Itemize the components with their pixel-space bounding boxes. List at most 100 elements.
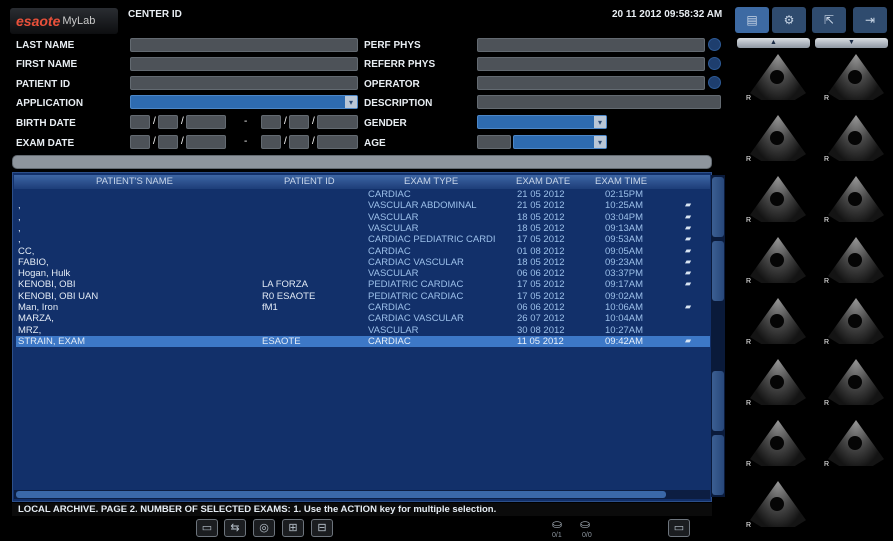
ultrasound-thumbnail[interactable]: R	[744, 479, 810, 531]
exam-date-year[interactable]	[186, 135, 226, 149]
birth-date-to-month[interactable]	[289, 115, 309, 129]
description-field[interactable]	[477, 95, 721, 109]
disk-a-icon[interactable]: ⛀	[552, 517, 562, 531]
date-separator: /	[181, 136, 184, 147]
scroll-page-down-button[interactable]	[712, 371, 724, 431]
table-row[interactable]: KENOBI, OBI UAN R0 ESAOTE PEDIATRIC CARDIA…	[16, 291, 710, 302]
operator-field[interactable]	[477, 76, 705, 90]
col-exam-date[interactable]: EXAM DATE	[516, 176, 570, 187]
ultrasound-cavity	[770, 70, 784, 84]
table-row[interactable]: , CARDIAC PEDIATRIC CARDI 17 05 2012 09:53A…	[16, 234, 710, 245]
scroll-up-button[interactable]	[712, 177, 724, 237]
list-vertical-scrollbar[interactable]	[711, 175, 725, 497]
scroll-down-button[interactable]	[712, 435, 724, 495]
table-row[interactable]: Hogan, Hulk VASCULAR 06 06 2012 03:37PM ▰	[16, 268, 710, 279]
table-row[interactable]: STRAIN, EXAM ESAOTE CARDIAC 11 05 2012 09:42…	[16, 335, 710, 348]
network-icon[interactable]: ⊞	[282, 519, 304, 537]
col-patient-id[interactable]: PATIENT ID	[284, 176, 335, 187]
last-name-field[interactable]	[130, 38, 358, 52]
date-separator: /	[284, 136, 287, 147]
birth-date-day[interactable]	[130, 115, 150, 129]
print-icon[interactable]: ▭	[668, 519, 690, 537]
export-tab-icon[interactable]: ⇱	[812, 7, 846, 33]
exam-images-icon: ▰	[685, 211, 692, 221]
exam-date-cell: 17 05 2012	[517, 279, 565, 291]
exam-date-month[interactable]	[158, 135, 178, 149]
ultrasound-thumbnail[interactable]: R	[744, 235, 810, 287]
table-row[interactable]: Man, Iron fM1 CARDIAC 06 06 2012 10:06AM ▰	[16, 302, 710, 313]
list-horizontal-scrollbar[interactable]	[14, 490, 710, 499]
archive-tab-icon[interactable]: ▤	[735, 7, 769, 33]
perf-phys-lookup-button[interactable]	[708, 38, 721, 51]
exam-date-cell: 17 05 2012	[517, 234, 565, 246]
birth-date-to-day[interactable]	[261, 115, 281, 129]
ultrasound-thumbnail[interactable]: R	[744, 296, 810, 348]
patient-name-cell: Hogan, Hulk	[18, 268, 71, 280]
birth-date-month[interactable]	[158, 115, 178, 129]
birth-date-to-year[interactable]	[317, 115, 358, 129]
exam-date-to-month[interactable]	[289, 135, 309, 149]
hscroll-thumb[interactable]	[16, 491, 666, 498]
settings-tab-icon[interactable]: ⚙	[772, 7, 806, 33]
table-row[interactable]: CARDIAC 21 05 2012 02:15PM	[16, 189, 710, 200]
col-exam-type[interactable]: EXAM TYPE	[404, 176, 458, 187]
list-view-icon[interactable]: ▭	[196, 519, 218, 537]
table-row[interactable]: MARZA, CARDIAC VASCULAR 26 07 2012 10:04AM	[16, 313, 710, 324]
patient-name-cell: ,	[18, 200, 21, 212]
table-row[interactable]: MRZ, VASCULAR 30 08 2012 10:27AM	[16, 325, 710, 336]
ultrasound-thumbnail[interactable]: R	[822, 174, 888, 226]
disc-icon[interactable]: ◎	[253, 519, 275, 537]
table-row[interactable]: KENOBI, OBI LA FORZA PEDIATRIC CARDIAC 17 0…	[16, 279, 710, 290]
ultrasound-thumbnail[interactable]: R	[822, 52, 888, 104]
description-label: DESCRIPTION	[364, 98, 433, 109]
network-share-icon[interactable]: ⊟	[311, 519, 333, 537]
dropdown-arrow-icon: ▾	[345, 96, 357, 108]
patient-id-field[interactable]	[130, 76, 358, 90]
application-select[interactable]: ▾	[130, 95, 358, 109]
referr-phys-lookup-button[interactable]	[708, 57, 721, 70]
exit-tab-icon[interactable]: ⇥	[853, 7, 887, 33]
exam-date-to-day[interactable]	[261, 135, 281, 149]
operator-lookup-button[interactable]	[708, 76, 721, 89]
gender-select[interactable]: ▾	[477, 115, 607, 129]
ultrasound-thumbnail[interactable]: R	[744, 174, 810, 226]
thumbnail-tag: R	[746, 156, 752, 163]
ultrasound-thumbnail[interactable]: R	[744, 357, 810, 409]
gender-label: GENDER	[364, 118, 407, 129]
ultrasound-thumbnail[interactable]: R	[744, 418, 810, 470]
table-row[interactable]: , VASCULAR ABDOMINAL 21 05 2012 10:25AM ▰	[16, 200, 710, 211]
table-row[interactable]: , VASCULAR 18 05 2012 03:04PM ▰	[16, 212, 710, 223]
referr-phys-field[interactable]	[477, 57, 705, 71]
exam-date-to-year[interactable]	[317, 135, 358, 149]
scroll-page-up-button[interactable]	[712, 241, 724, 301]
exam-date-day[interactable]	[130, 135, 150, 149]
usb-icon[interactable]: ⇆	[224, 519, 246, 537]
ultrasound-thumbnail[interactable]: R	[822, 418, 888, 470]
patient-id-label: PATIENT ID	[16, 79, 71, 90]
ultrasound-thumbnail[interactable]: R	[822, 357, 888, 409]
ultrasound-thumbnail[interactable]: R	[822, 113, 888, 165]
brand-sub: MyLab	[62, 15, 96, 27]
ultrasound-thumbnail[interactable]: R	[744, 52, 810, 104]
search-bar[interactable]	[12, 155, 712, 169]
col-patient-name[interactable]: PATIENT'S NAME	[96, 176, 173, 187]
thumbs-next-button[interactable]: ▼	[815, 38, 888, 48]
disk-b-icon[interactable]: ⛀	[580, 517, 590, 531]
first-name-field[interactable]	[130, 57, 358, 71]
ultrasound-thumbnail[interactable]: R	[822, 296, 888, 348]
perf-phys-field[interactable]	[477, 38, 705, 52]
ultrasound-cavity	[848, 192, 862, 206]
patient-id-cell: LA FORZA	[262, 279, 308, 291]
birth-date-year[interactable]	[186, 115, 226, 129]
age-field[interactable]	[477, 135, 511, 149]
table-row[interactable]: , VASCULAR 18 05 2012 09:13AM ▰	[16, 223, 710, 234]
referr-phys-label: REFERR PHYS	[364, 59, 436, 70]
table-row[interactable]: CC, CARDIAC 01 08 2012 09:05AM ▰	[16, 246, 710, 257]
ultrasound-thumbnail[interactable]: R	[822, 235, 888, 287]
col-exam-time[interactable]: EXAM TIME	[595, 176, 647, 187]
age-unit-select[interactable]: ▾	[513, 135, 607, 149]
ultrasound-thumbnail[interactable]: R	[744, 113, 810, 165]
disk-a-count: 0/1	[552, 532, 562, 539]
thumbs-prev-button[interactable]: ▲	[737, 38, 810, 48]
table-row[interactable]: FABIO, CARDIAC VASCULAR 18 05 2012 09:23AM ▰	[16, 257, 710, 268]
